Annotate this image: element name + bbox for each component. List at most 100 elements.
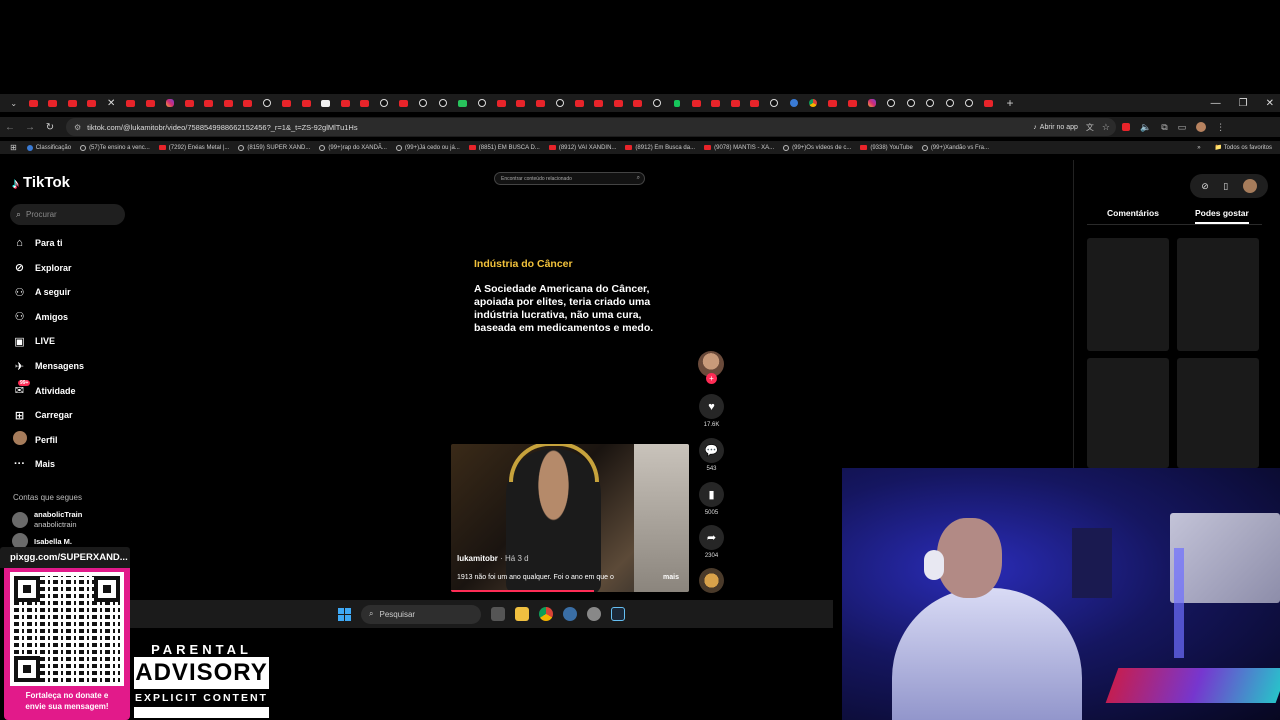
- bookmark-item[interactable]: (8912) Em Busca da...: [625, 145, 695, 151]
- forward-icon[interactable]: →: [20, 122, 40, 133]
- browser-tab[interactable]: [901, 96, 921, 110]
- browser-tab[interactable]: [180, 96, 200, 110]
- browser-tab[interactable]: [823, 96, 843, 110]
- browser-tab[interactable]: [433, 96, 453, 110]
- video-progress-bar[interactable]: [451, 590, 594, 592]
- bookmark-item[interactable]: (9078) MANTIS - XA...: [704, 145, 774, 151]
- all-favorites[interactable]: 📁 Todos os favoritos: [1215, 144, 1272, 151]
- nav-item-following[interactable]: ⚇ A seguir: [12, 284, 71, 300]
- browser-tab[interactable]: [921, 96, 941, 110]
- active-tab[interactable]: ✕: [102, 96, 122, 110]
- like-button[interactable]: ♥ 17.6K: [698, 394, 725, 428]
- browser-tab[interactable]: [804, 96, 824, 110]
- browser-tab[interactable]: [609, 96, 629, 110]
- browser-tab[interactable]: [82, 96, 102, 110]
- close-tab-icon[interactable]: ✕: [107, 98, 115, 109]
- bookmark-item[interactable]: (99+)rap do XANDÃ...: [319, 144, 387, 151]
- browser-tab[interactable]: [765, 96, 785, 110]
- more-caption-button[interactable]: mais: [663, 574, 679, 581]
- browser-tab[interactable]: [843, 96, 863, 110]
- browser-tab[interactable]: [121, 96, 141, 110]
- browser-tab[interactable]: [862, 96, 882, 110]
- browser-tab[interactable]: [43, 96, 63, 110]
- nav-item-more[interactable]: ··· Mais: [12, 456, 55, 472]
- nav-item-live[interactable]: ▣ LIVE: [12, 333, 55, 349]
- restore-icon[interactable]: ❐: [1239, 98, 1248, 109]
- bookmark-item[interactable]: (99+)Xandão vs Fra...: [921, 144, 989, 151]
- browser-tab[interactable]: [511, 96, 531, 110]
- follow-plus-icon[interactable]: +: [706, 373, 717, 384]
- comment-button[interactable]: 💬 543: [698, 438, 725, 472]
- browser-tab[interactable]: [277, 96, 297, 110]
- browser-tab[interactable]: [336, 96, 356, 110]
- related-search-input[interactable]: Encontrar conteúdo relacionado ⌕: [494, 172, 645, 185]
- browser-tab[interactable]: [706, 96, 726, 110]
- settings-gear-icon[interactable]: [563, 607, 577, 621]
- browser-tab[interactable]: [940, 96, 960, 110]
- bookmark-item[interactable]: (8912) VAI XANDIN...: [548, 145, 616, 151]
- browser-tab[interactable]: [531, 96, 551, 110]
- nav-item-activity[interactable]: ✉ 99+ Atividade: [12, 380, 76, 399]
- browser-tab[interactable]: [297, 96, 317, 110]
- nav-item-upload[interactable]: ⊞ Carregar: [12, 407, 73, 423]
- browser-tab[interactable]: [355, 96, 375, 110]
- browser-tab[interactable]: [667, 96, 687, 110]
- bookmark-item[interactable]: (99+)Os vídeos de c...: [783, 144, 851, 151]
- browser-tab[interactable]: [63, 96, 83, 110]
- recommended-thumbnail[interactable]: [1177, 358, 1259, 468]
- phone-icon[interactable]: ▯: [1223, 181, 1228, 192]
- compass-icon[interactable]: ⊘: [1201, 181, 1209, 192]
- close-icon[interactable]: ✕: [1266, 98, 1274, 109]
- address-bar[interactable]: ⚙ tiktok.com/@lukamitobr/video/758854998…: [66, 118, 1116, 136]
- browser-tab[interactable]: [570, 96, 590, 110]
- tab-you-may-like[interactable]: Podes gostar: [1195, 208, 1249, 224]
- following-item[interactable]: anabolicTrain anabolictrain: [12, 510, 82, 530]
- save-button[interactable]: ▮ 5005: [698, 482, 725, 516]
- open-in-app-button[interactable]: ♪ Abrir no app: [1033, 124, 1078, 131]
- apps-grid-icon[interactable]: ⊞: [10, 143, 17, 152]
- sidebar-icon[interactable]: ▭: [1178, 122, 1187, 133]
- nav-item-compass[interactable]: ⊘ Explorar: [12, 260, 72, 276]
- new-tab-button[interactable]: +: [1007, 96, 1014, 110]
- browser-tab[interactable]: [24, 96, 44, 110]
- extension-icon[interactable]: [1122, 123, 1130, 131]
- browser-tab[interactable]: [492, 96, 512, 110]
- windows-start-icon[interactable]: [338, 607, 351, 621]
- browser-tab[interactable]: [238, 96, 258, 110]
- browser-tab[interactable]: [472, 96, 492, 110]
- bookmark-item[interactable]: (57)Te ensino a venc...: [80, 144, 150, 151]
- chrome-icon[interactable]: [539, 607, 553, 621]
- bookmark-item[interactable]: (8851) EM BUSCA D...: [468, 145, 540, 151]
- chevron-right-icon[interactable]: »: [1197, 145, 1200, 151]
- recommended-thumbnail[interactable]: [1087, 238, 1169, 351]
- avatar[interactable]: [1242, 179, 1257, 193]
- browser-tab[interactable]: [316, 96, 336, 110]
- tab-comments[interactable]: Comentários: [1107, 208, 1159, 218]
- browser-tab[interactable]: [141, 96, 161, 110]
- tab-dropdown[interactable]: ⌄: [4, 96, 24, 110]
- minimize-icon[interactable]: —: [1211, 98, 1221, 109]
- nav-item-friends[interactable]: ⚇ Amigos: [12, 309, 68, 325]
- file-explorer-icon[interactable]: [515, 607, 529, 621]
- browser-tab[interactable]: [726, 96, 746, 110]
- reload-icon[interactable]: ↻: [40, 122, 60, 133]
- browser-tab[interactable]: [979, 96, 999, 110]
- site-info-icon[interactable]: ⚙: [74, 123, 81, 132]
- translate-icon[interactable]: 文: [1086, 122, 1094, 133]
- browser-tab[interactable]: [160, 96, 180, 110]
- recommended-thumbnail[interactable]: [1177, 238, 1259, 351]
- browser-tab[interactable]: [589, 96, 609, 110]
- back-icon[interactable]: ←: [0, 122, 20, 133]
- browser-tab[interactable]: [375, 96, 395, 110]
- bookmark-star-icon[interactable]: ☆: [1102, 122, 1110, 133]
- browser-tab[interactable]: [882, 96, 902, 110]
- obs-icon[interactable]: [587, 607, 601, 621]
- task-view-icon[interactable]: [491, 607, 505, 621]
- browser-tab[interactable]: [628, 96, 648, 110]
- browser-tab[interactable]: [258, 96, 278, 110]
- browser-tab[interactable]: [745, 96, 765, 110]
- profile-avatar[interactable]: [1196, 122, 1207, 132]
- bookmark-item[interactable]: (8159) SUPER XAND...: [238, 144, 310, 151]
- browser-tab[interactable]: [453, 96, 473, 110]
- bookmark-item[interactable]: (9338) YouTube: [860, 145, 913, 151]
